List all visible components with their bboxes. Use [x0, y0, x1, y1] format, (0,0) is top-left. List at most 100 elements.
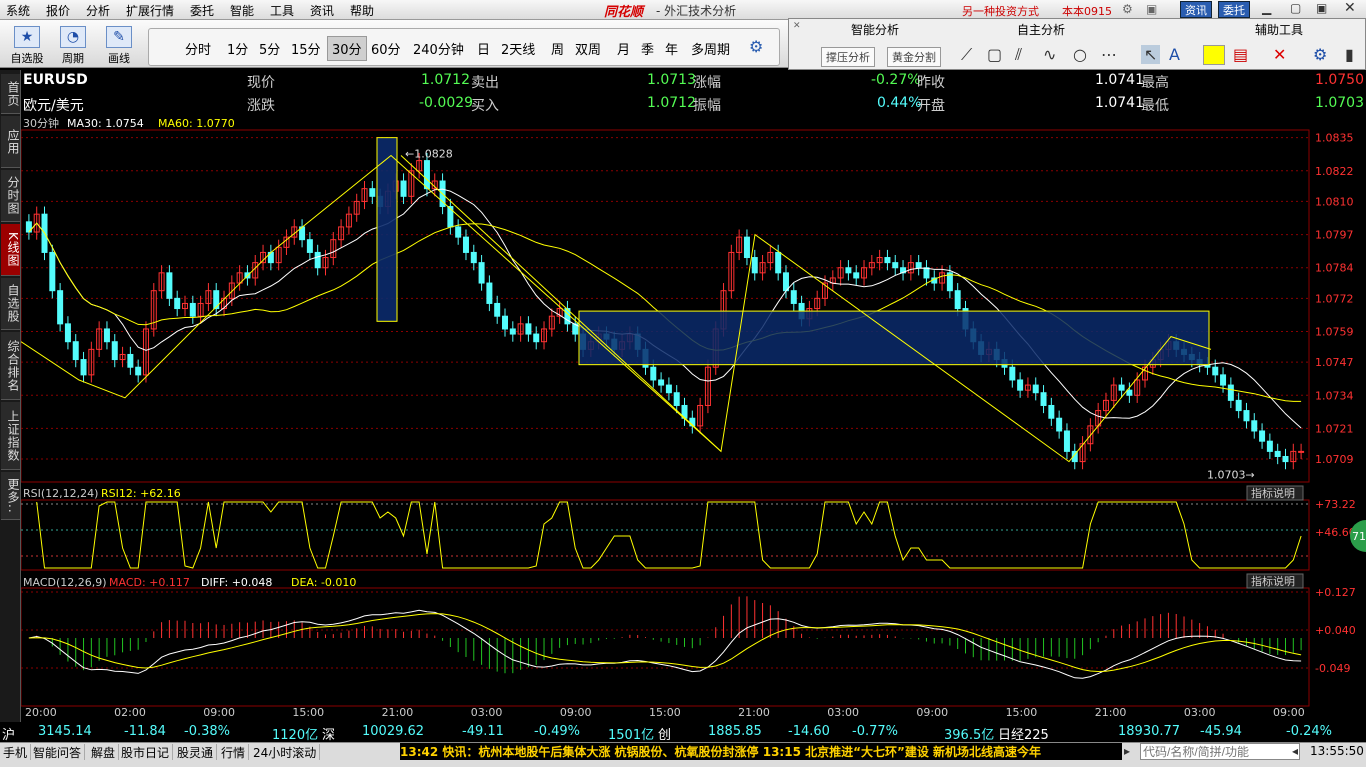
restore-icon[interactable]: ▣: [1316, 1, 1327, 15]
candle-body: [743, 236, 750, 259]
tab-apps[interactable]: 应用: [1, 116, 20, 168]
candle-body: [306, 239, 313, 253]
menu-item-extended[interactable]: 扩展行情: [126, 2, 174, 19]
tab-more[interactable]: 更多..: [1, 472, 20, 520]
chart-area[interactable]: 30分钟 MA30: 1.0754 MA60: 1.0770 RSI(12,12…: [20, 116, 1366, 720]
rsi-explain-text: 指标说明: [1251, 486, 1295, 500]
parallel-tool-icon[interactable]: ⫽: [1015, 45, 1022, 65]
star-icon: ★: [14, 26, 40, 48]
search-dropdown-icon[interactable]: ◂: [1292, 744, 1298, 758]
settings-gear-icon[interactable]: ⚙: [749, 37, 763, 56]
shirt-icon[interactable]: ▣: [1146, 2, 1157, 16]
tab-ranking[interactable]: 综合排名: [1, 332, 20, 400]
drawn-rectangle: [376, 137, 398, 322]
period-month[interactable]: 月: [617, 39, 630, 58]
menu-item-news[interactable]: 资讯: [310, 2, 334, 19]
ticker-arrow-icon[interactable]: ▸: [1124, 744, 1130, 758]
maximize-icon[interactable]: ▢: [1290, 1, 1301, 15]
support-resistance-button[interactable]: 撑压分析: [821, 47, 875, 67]
bottom-tab-qa[interactable]: 智能问答: [30, 744, 86, 760]
rect-tool-icon[interactable]: ▢: [987, 45, 1002, 64]
news-button[interactable]: 资讯: [1180, 1, 1212, 18]
smart-analysis-header[interactable]: 智能分析: [851, 21, 899, 38]
period-year[interactable]: 年: [665, 39, 678, 58]
color-swatch[interactable]: [1203, 45, 1225, 65]
menu-item-smart[interactable]: 智能: [230, 2, 254, 19]
value-ask: 1.0713: [647, 72, 696, 88]
menu-item-analysis[interactable]: 分析: [86, 2, 110, 19]
menu-item-system[interactable]: 系统: [6, 2, 30, 19]
price-axis-label: 1.0721: [1315, 422, 1354, 435]
news-ticker[interactable]: 13:42 快讯：杭州本地股午后集体大涨 杭锅股份、杭氧股份封涨停 13:15 …: [400, 743, 1122, 760]
period-day[interactable]: 日: [477, 39, 490, 58]
clock: 13:55:50: [1310, 744, 1364, 758]
bottom-tab-review[interactable]: 解盘: [88, 744, 120, 760]
text-tool-icon[interactable]: A: [1169, 45, 1180, 64]
menu-item-tools[interactable]: 工具: [270, 2, 294, 19]
aux-tools-header[interactable]: 辅助工具: [1255, 21, 1303, 38]
label-ask: 卖出: [471, 75, 499, 91]
period-biweek[interactable]: 双周: [575, 39, 601, 58]
close-icon[interactable]: ✕: [1344, 0, 1356, 16]
period-240min[interactable]: 240分钟: [413, 39, 464, 58]
menu-item-help[interactable]: 帮助: [350, 2, 374, 19]
period-30min[interactable]: 30分: [327, 36, 367, 61]
trade-button[interactable]: 委托: [1218, 1, 1250, 18]
tab-shanghai-index[interactable]: 上证指数: [1, 402, 20, 470]
user-name[interactable]: 本本0915: [1062, 3, 1112, 19]
more-tools-icon[interactable]: ⋯: [1101, 45, 1117, 64]
menu-item-trade[interactable]: 委托: [190, 2, 214, 19]
watchlist-tool[interactable]: ★ 自选股: [4, 24, 50, 66]
macd-explain-button[interactable]: 指标说明: [1246, 573, 1304, 589]
bottom-tab-quotes[interactable]: 行情: [218, 744, 250, 760]
circle-tool-icon[interactable]: ○: [1073, 45, 1087, 64]
rsi-explain-button[interactable]: 指标说明: [1246, 485, 1304, 501]
tab-timeshare[interactable]: 分时图: [1, 170, 20, 222]
bottom-tab-diary[interactable]: 股市日记: [118, 744, 174, 760]
period-tool[interactable]: ◔ 周期: [50, 24, 96, 66]
candle-body: [127, 353, 134, 368]
wave-tool-icon[interactable]: ∿: [1043, 45, 1056, 64]
period-2day[interactable]: 2天线: [501, 39, 535, 58]
tab-home[interactable]: 首页: [1, 74, 20, 114]
bell-icon[interactable]: ⚙: [1122, 2, 1133, 16]
period-quarter[interactable]: 季: [641, 39, 654, 58]
draw-tool[interactable]: ✎ 画线: [96, 24, 142, 66]
delete-tool-icon[interactable]: ✕: [1273, 45, 1286, 64]
self-analysis-header[interactable]: 自主分析: [1017, 21, 1065, 38]
value-prev-close: 1.0741: [1095, 72, 1144, 88]
cursor-icon[interactable]: ↖: [1141, 45, 1161, 64]
kline-chart[interactable]: 30分钟 MA30: 1.0754 MA60: 1.0770 RSI(12,12…: [20, 116, 1366, 720]
promo-link[interactable]: 另一种投资方式: [962, 3, 1039, 19]
candle-body: [369, 188, 376, 197]
bottom-tab-lingtong[interactable]: 股灵通: [174, 744, 218, 760]
bottom-tab-24h[interactable]: 24小时滚动: [250, 744, 321, 760]
time-axis-label: 15:00: [1006, 706, 1038, 719]
code-search-input[interactable]: [1140, 743, 1300, 760]
macd-label: MACD(12,26,9): [23, 576, 107, 589]
period-15min[interactable]: 15分: [291, 39, 321, 58]
bottom-tab-mobile[interactable]: 手机: [0, 744, 32, 760]
macd-pane-frame: [20, 587, 1310, 707]
period-timeshare[interactable]: 分时: [185, 39, 211, 58]
panel-gear-icon[interactable]: ⚙: [1313, 45, 1327, 64]
candle-body: [775, 251, 782, 274]
period-1min[interactable]: 1分: [227, 39, 248, 58]
period-5min[interactable]: 5分: [259, 39, 280, 58]
style-tool-icon[interactable]: ▤: [1233, 45, 1248, 64]
golden-ratio-button[interactable]: 黄金分割: [887, 47, 941, 67]
menu-item-quote[interactable]: 报价: [46, 2, 70, 19]
minimize-icon[interactable]: ▁: [1262, 1, 1271, 15]
index-status-bar: 沪 3145.14 -11.84 -0.38% 1120亿 深 10029.62…: [0, 722, 1366, 743]
low-label: 1.0703→: [1207, 468, 1255, 481]
tab-watchlist[interactable]: 自选股: [1, 278, 20, 330]
tab-kline[interactable]: K线图: [1, 224, 20, 276]
panel-lock-icon[interactable]: ▮: [1345, 45, 1354, 64]
period-multi[interactable]: 多周期: [691, 39, 730, 58]
line-tool-icon[interactable]: ⟋: [961, 45, 972, 65]
period-week[interactable]: 周: [551, 39, 564, 58]
panel-close-icon[interactable]: ✕: [793, 21, 801, 31]
period-60min[interactable]: 60分: [371, 39, 401, 58]
candle-body: [486, 282, 493, 304]
candle-body: [423, 160, 430, 190]
